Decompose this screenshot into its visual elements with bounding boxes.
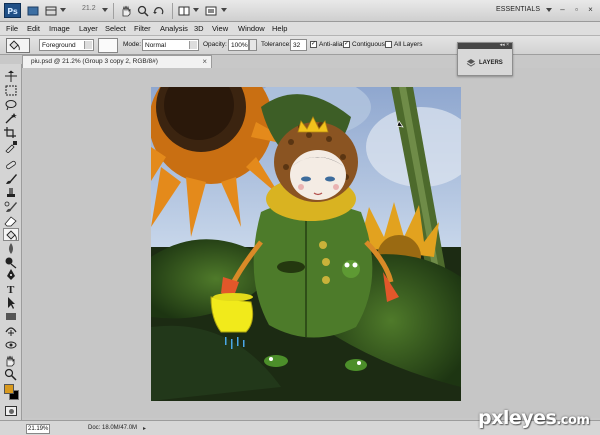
color-swatches[interactable]: [3, 382, 21, 402]
blend-mode-select[interactable]: Normal: [142, 39, 199, 51]
menu-help[interactable]: Help: [272, 24, 287, 33]
menu-3d[interactable]: 3D: [194, 24, 204, 33]
lasso-icon[interactable]: [3, 98, 19, 111]
blur-icon[interactable]: [3, 242, 19, 255]
contiguous-checkbox[interactable]: ✓: [343, 41, 350, 48]
marquee-icon[interactable]: [3, 84, 19, 97]
maximize-button[interactable]: ▫: [571, 4, 582, 15]
menu-image[interactable]: Image: [49, 24, 70, 33]
artwork-image: [151, 87, 461, 401]
workspace-switcher[interactable]: ESSENTIALS: [496, 6, 540, 13]
foreground-color-swatch[interactable]: [4, 384, 14, 394]
pxleyes-watermark: pxleyes.com: [478, 407, 590, 429]
brush-icon[interactable]: [3, 172, 19, 185]
fill-source-select[interactable]: Foreground: [39, 39, 94, 51]
document-canvas[interactable]: [151, 87, 461, 401]
screen-mode-icon[interactable]: [204, 4, 218, 18]
layers-panel[interactable]: ◂◂ × LAYERS: [457, 42, 513, 76]
close-window-button[interactable]: ×: [585, 4, 596, 15]
layers-panel-title[interactable]: LAYERS: [479, 60, 503, 66]
menu-window[interactable]: Window: [238, 24, 265, 33]
chevron-down-icon[interactable]: [193, 8, 199, 12]
anti-alias-checkbox[interactable]: ✓: [310, 41, 317, 48]
menu-select[interactable]: Select: [105, 24, 126, 33]
watermark-suffix: .com: [556, 413, 590, 428]
document-tab[interactable]: piu.psd @ 21.2% (Group 3 copy 2, RGB/8#)…: [22, 55, 212, 68]
view-extras-icon[interactable]: [44, 4, 58, 18]
svg-text:T: T: [7, 284, 15, 295]
chevron-down-icon[interactable]: [60, 8, 66, 12]
history-brush-icon[interactable]: [3, 200, 19, 213]
zoom-icon[interactable]: [3, 368, 19, 381]
arrange-documents-icon[interactable]: [177, 4, 191, 18]
blend-mode-value: Normal: [145, 42, 166, 49]
collapse-icon[interactable]: ◂◂ ×: [500, 42, 509, 48]
hand-icon[interactable]: [119, 4, 133, 18]
hand-icon[interactable]: [3, 354, 19, 367]
launch-bridge-icon[interactable]: [26, 4, 40, 18]
3d-orbit-icon[interactable]: [3, 338, 19, 351]
menu-bar: File Edit Image Layer Select Filter Anal…: [0, 22, 600, 36]
chevron-down-icon: [84, 41, 92, 49]
rotate-view-icon[interactable]: [152, 4, 166, 18]
menu-edit[interactable]: Edit: [27, 24, 40, 33]
tool-preset-picker[interactable]: [6, 38, 30, 53]
magic-wand-icon[interactable]: [3, 112, 19, 125]
chevron-down-icon: [189, 41, 197, 49]
3d-rotate-icon[interactable]: [3, 324, 19, 337]
minimize-button[interactable]: –: [557, 4, 568, 15]
menu-view[interactable]: View: [212, 24, 228, 33]
move-icon[interactable]: [3, 70, 19, 83]
all-layers-checkbox[interactable]: [385, 41, 392, 48]
application-bar: Ps 21.2 ESSENTIALS – ▫ ×: [0, 0, 600, 22]
fill-source-value: Foreground: [42, 42, 76, 49]
menu-file[interactable]: File: [6, 24, 18, 33]
path-selection-icon[interactable]: [3, 296, 19, 309]
chevron-right-icon[interactable]: ▸: [143, 425, 146, 432]
zoom-level-input[interactable]: 21.19%: [26, 424, 50, 434]
crop-icon[interactable]: [3, 126, 19, 139]
type-icon[interactable]: T: [3, 282, 19, 296]
tools-panel: T: [0, 64, 22, 424]
watermark-text: pxleyes: [478, 407, 557, 429]
eyedropper-icon[interactable]: [3, 140, 19, 154]
shape-icon[interactable]: [3, 310, 19, 323]
photoshop-logo: Ps: [4, 3, 21, 18]
document-title: piu.psd @ 21.2% (Group 3 copy 2, RGB/8#): [31, 58, 158, 65]
document-size-info: Doc: 18.0M/47.0M: [88, 425, 138, 431]
pen-icon[interactable]: [3, 268, 19, 281]
menu-layer[interactable]: Layer: [79, 24, 98, 33]
tolerance-input[interactable]: 32: [290, 39, 307, 51]
anti-alias-label: Anti-alias: [319, 41, 346, 48]
zoom-icon[interactable]: [136, 4, 150, 18]
tolerance-label: Tolerance:: [261, 41, 291, 48]
clone-stamp-icon[interactable]: [3, 186, 19, 199]
quick-mask-icon[interactable]: [5, 406, 17, 416]
layers-icon: [466, 59, 476, 67]
chevron-down-icon[interactable]: [221, 8, 227, 12]
opacity-input[interactable]: 100%: [228, 39, 249, 51]
opacity-slider-toggle[interactable]: [249, 39, 257, 51]
contiguous-label: Contiguous: [352, 41, 385, 48]
mode-label: Mode:: [123, 41, 142, 48]
panel-header[interactable]: ◂◂ ×: [458, 42, 512, 49]
divider: [113, 3, 114, 19]
all-layers-label: All Layers: [394, 41, 423, 48]
chevron-down-icon[interactable]: [102, 8, 108, 12]
opacity-label: Opacity:: [203, 41, 227, 48]
eraser-icon[interactable]: [3, 214, 19, 227]
divider: [172, 3, 173, 19]
zoom-level-field[interactable]: 21.2: [82, 5, 96, 12]
chevron-down-icon[interactable]: [546, 8, 552, 12]
close-icon[interactable]: ×: [202, 57, 207, 66]
menu-filter[interactable]: Filter: [134, 24, 151, 33]
paint-bucket-icon: [9, 40, 20, 51]
paint-bucket-icon[interactable]: [3, 228, 19, 241]
pattern-picker[interactable]: [98, 38, 118, 53]
spot-healing-icon[interactable]: [3, 158, 19, 171]
menu-analysis[interactable]: Analysis: [160, 24, 188, 33]
